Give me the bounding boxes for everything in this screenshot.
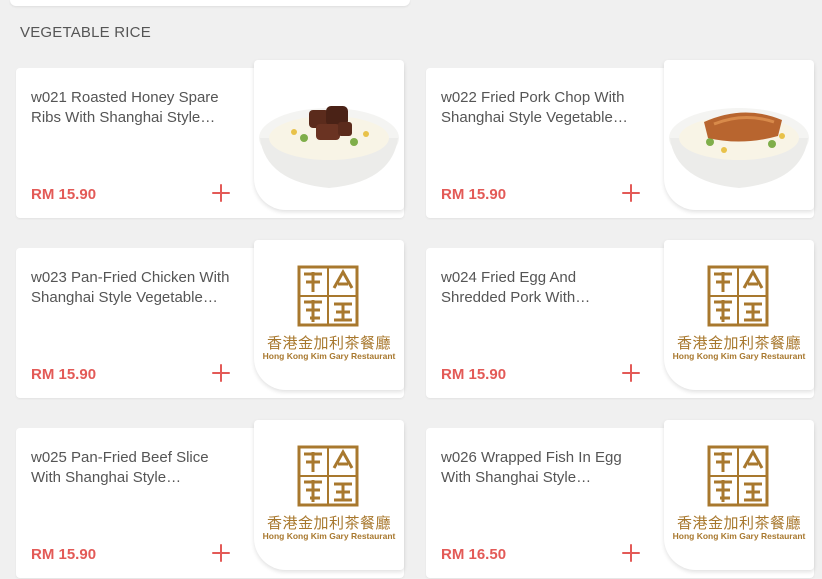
logo-chinese-name: 香港金加利茶餐廳	[676, 514, 801, 532]
logo-chinese-name: 香港金加利茶餐廳	[266, 514, 391, 532]
restaurant-logo[interactable]: 香港金加利茶餐廳 Hong Kong Kim Gary Restaurant	[664, 240, 814, 390]
logo-english-name: Hong Kong Kim Gary Restaurant	[262, 531, 396, 541]
item-name: w022 Fried Pork Chop With Shanghai Style…	[441, 89, 625, 126]
item-name: w021 Roasted Honey Spare Ribs With Shang…	[31, 89, 219, 126]
item-price: RM 15.90	[31, 186, 97, 203]
logo-english-name: Hong Kong Kim Gary Restaurant	[672, 531, 806, 541]
logo-english-name: Hong Kong Kim Gary Restaurant	[672, 351, 806, 361]
plus-icon[interactable]	[209, 181, 233, 205]
logo-seal-icon	[297, 445, 359, 507]
menu-item-card[interactable]: w022 Fried Pork Chop With Shanghai Style…	[426, 60, 814, 218]
plus-icon[interactable]	[619, 541, 643, 565]
item-name: w026 Wrapped Fish In Egg With Shanghai S…	[441, 449, 622, 486]
plus-icon[interactable]	[209, 361, 233, 385]
plus-icon[interactable]	[209, 541, 233, 565]
restaurant-logo[interactable]: 香港金加利茶餐廳 Hong Kong Kim Gary Restaurant	[254, 240, 404, 390]
menu-item-card[interactable]: w023 Pan-Fried Chicken With Shanghai Sty…	[16, 240, 404, 398]
restaurant-logo[interactable]: 香港金加利茶餐廳 Hong Kong Kim Gary Restaurant	[664, 420, 814, 570]
menu-item-card[interactable]: w025 Pan-Fried Beef Slice With Shanghai …	[16, 420, 404, 578]
logo-seal-icon	[297, 265, 359, 327]
plus-icon[interactable]	[619, 361, 643, 385]
menu-item-card[interactable]: w024 Fried Egg And Shredded Pork With Sh…	[426, 240, 814, 398]
menu-item-card[interactable]: w021 Roasted Honey Spare Ribs With Shang…	[16, 60, 404, 218]
logo-chinese-name: 香港金加利茶餐廳	[266, 334, 391, 352]
plus-icon[interactable]	[619, 181, 643, 205]
item-name: w024 Fried Egg And Shredded Pork With Sh…	[441, 269, 577, 306]
item-name: w023 Pan-Fried Chicken With Shanghai Sty…	[31, 269, 230, 306]
section-title: VEGETABLE RICE	[20, 24, 151, 41]
item-price: RM 15.90	[441, 366, 507, 383]
food-photo[interactable]	[664, 60, 814, 210]
menu-item-card[interactable]: w026 Wrapped Fish In Egg With Shanghai S…	[426, 420, 814, 578]
logo-seal-icon	[707, 445, 769, 507]
item-price: RM 16.50	[441, 546, 507, 563]
logo-chinese-name: 香港金加利茶餐廳	[676, 334, 801, 352]
item-price: RM 15.90	[31, 546, 97, 563]
logo-seal-icon	[707, 265, 769, 327]
restaurant-logo[interactable]: 香港金加利茶餐廳 Hong Kong Kim Gary Restaurant	[254, 420, 404, 570]
previous-section-edge	[0, 0, 822, 10]
logo-english-name: Hong Kong Kim Gary Restaurant	[262, 351, 396, 361]
food-photo[interactable]	[254, 60, 404, 210]
item-price: RM 15.90	[441, 186, 507, 203]
item-name: w025 Pan-Fried Beef Slice With Shanghai …	[31, 449, 209, 486]
item-price: RM 15.90	[31, 366, 97, 383]
